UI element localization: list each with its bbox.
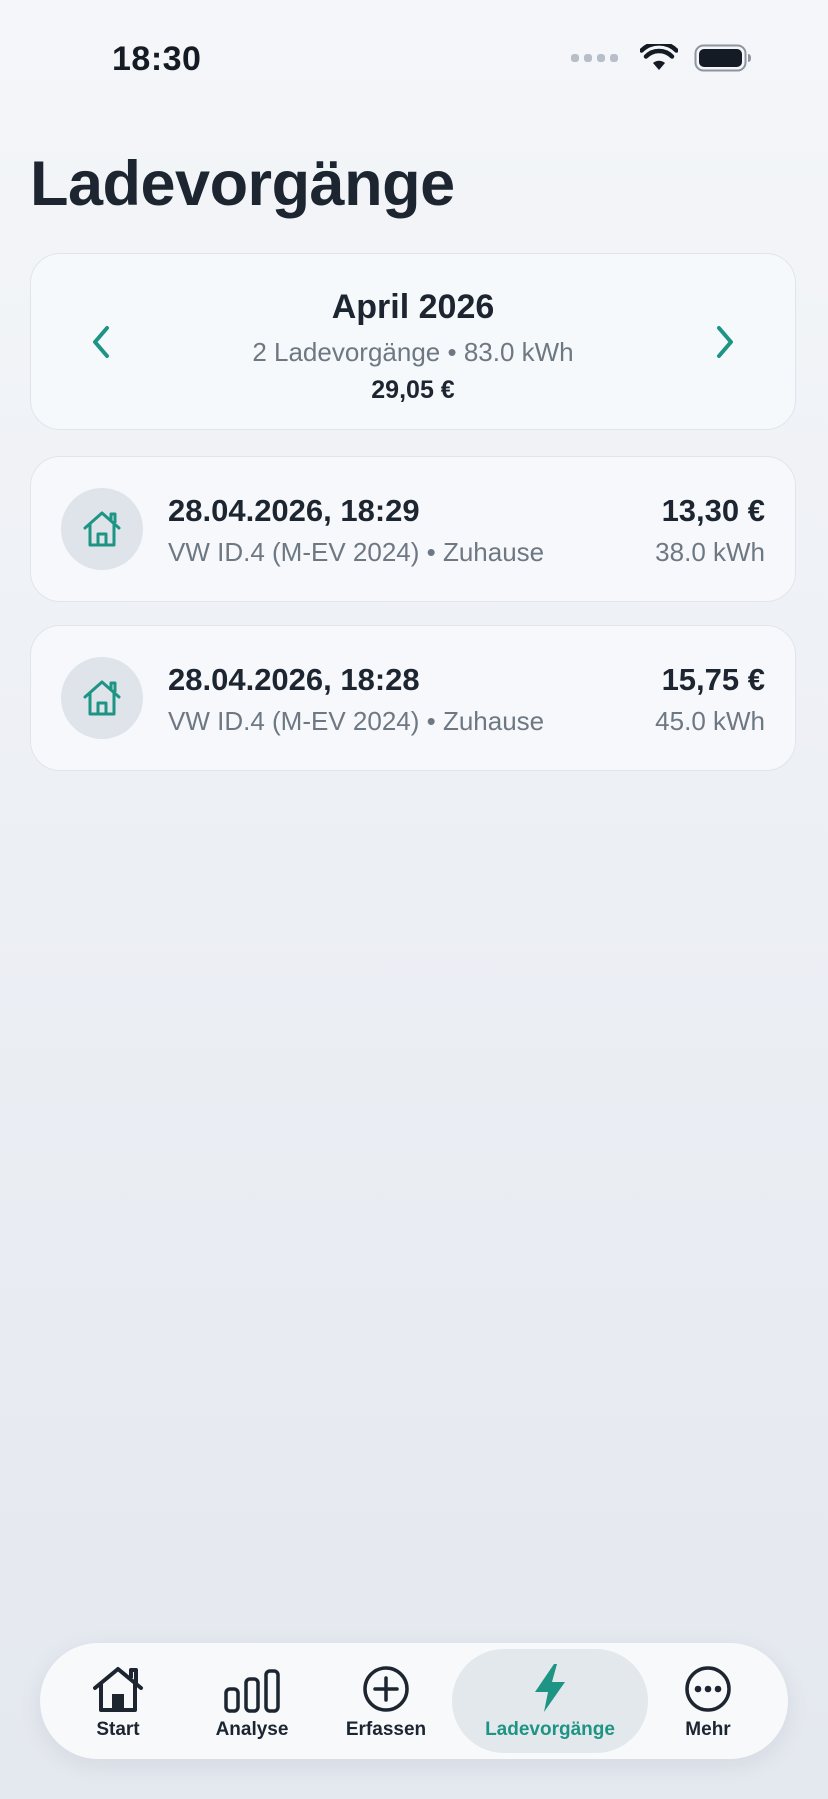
month-total-cost: 29,05 € xyxy=(371,376,455,404)
home-icon xyxy=(83,680,121,716)
status-icons xyxy=(571,44,752,72)
location-avatar xyxy=(61,488,143,570)
next-month-button[interactable] xyxy=(697,314,753,370)
cellular-signal-icon xyxy=(571,54,618,62)
month-info: April 2026 2 Ladevorgänge • 83.0 kWh 29,… xyxy=(31,288,795,405)
session-price: 13,30 € xyxy=(661,493,765,528)
status-time: 18:30 xyxy=(112,40,202,78)
battery-icon xyxy=(694,44,751,72)
tab-label: Mehr xyxy=(685,1719,731,1740)
location-avatar xyxy=(61,657,143,739)
status-bar: 18:30 xyxy=(0,0,828,110)
tab-label: Start xyxy=(96,1719,140,1740)
home-icon xyxy=(83,511,121,547)
bar-chart-icon xyxy=(224,1669,280,1713)
session-energy: 38.0 kWh xyxy=(655,537,765,567)
tab-start[interactable]: Start xyxy=(58,1649,178,1753)
wifi-icon xyxy=(640,44,678,70)
session-subtitle: VW ID.4 (M-EV 2024) • Zuhause xyxy=(168,706,545,736)
session-date: 28.04.2026, 18:29 xyxy=(168,493,420,528)
tab-erfassen[interactable]: Erfassen xyxy=(326,1649,446,1753)
plus-circle-icon xyxy=(363,1666,409,1712)
tab-mehr[interactable]: Mehr xyxy=(648,1649,768,1753)
session-price: 15,75 € xyxy=(661,662,765,697)
more-icon xyxy=(685,1666,731,1712)
month-summary: 2 Ladevorgänge • 83.0 kWh xyxy=(252,337,574,367)
charging-session-card[interactable]: 28.04.2026, 18:29 VW ID.4 (M-EV 2024) • … xyxy=(30,456,796,602)
month-summary-card: April 2026 2 Ladevorgänge • 83.0 kWh 29,… xyxy=(30,253,796,430)
session-energy: 45.0 kWh xyxy=(655,706,765,736)
page-title: Ladevorgänge xyxy=(30,149,455,219)
tab-ladevorgaenge[interactable]: Ladevorgänge xyxy=(452,1649,648,1753)
tab-bar: Start Analyse Erfassen Ladevorgänge Mehr xyxy=(40,1643,788,1759)
month-title: April 2026 xyxy=(331,288,495,326)
tab-label: Analyse xyxy=(215,1719,289,1740)
charging-session-card[interactable]: 28.04.2026, 18:28 VW ID.4 (M-EV 2024) • … xyxy=(30,625,796,771)
home-icon xyxy=(93,1667,143,1712)
session-subtitle: VW ID.4 (M-EV 2024) • Zuhause xyxy=(168,537,545,567)
tab-analyse[interactable]: Analyse xyxy=(192,1649,312,1753)
lightning-icon xyxy=(535,1664,565,1712)
chevron-right-icon xyxy=(717,326,733,358)
session-date: 28.04.2026, 18:28 xyxy=(168,662,420,697)
tab-label: Erfassen xyxy=(345,1719,427,1740)
tab-label: Ladevorgänge xyxy=(485,1719,615,1740)
